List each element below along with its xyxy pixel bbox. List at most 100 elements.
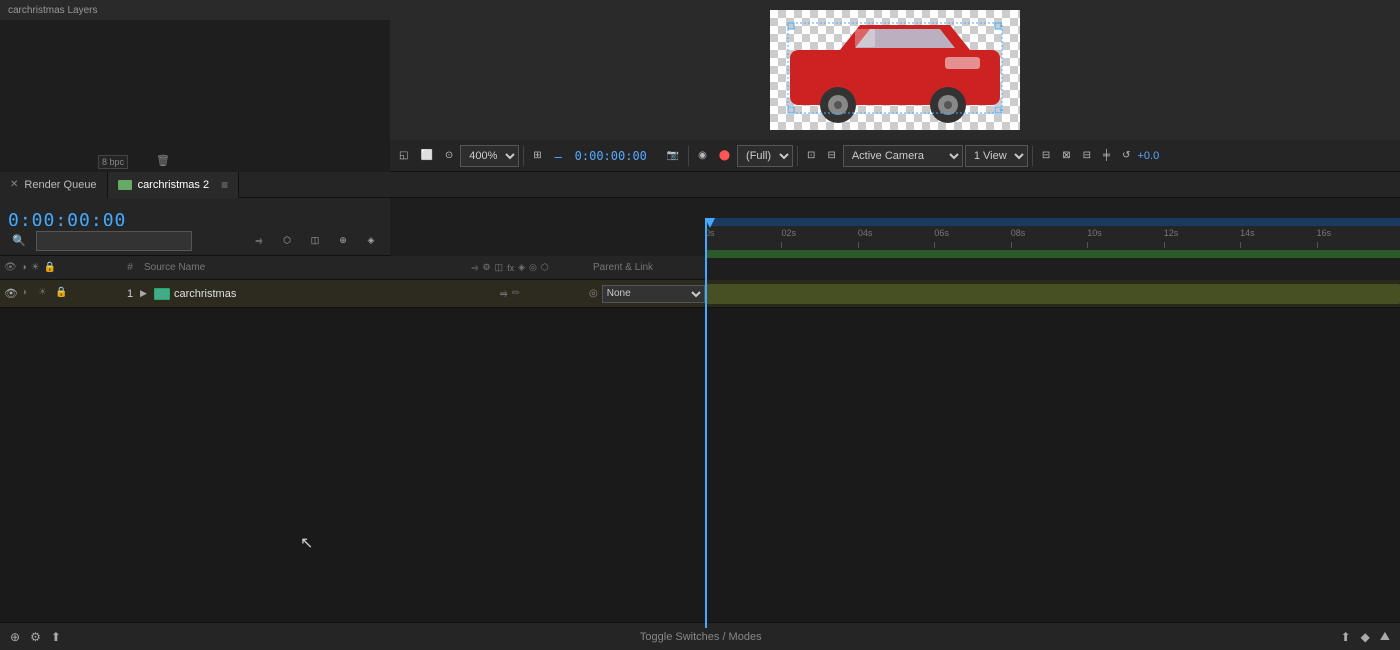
- parent-dropdown[interactable]: None: [602, 285, 705, 303]
- inout-bar[interactable]: [705, 250, 1400, 258]
- header-vis-icon: 👁: [4, 262, 17, 273]
- viewer-btn-display1[interactable]: ⊡: [802, 144, 820, 168]
- layer-parent-area: ◎ None: [585, 285, 705, 303]
- ruler-6s: 06s: [934, 228, 949, 238]
- vt-divider-2: [688, 146, 689, 166]
- hdr-switch1: ⥤: [471, 262, 478, 273]
- tab-render-queue[interactable]: ✕ Render Queue: [0, 172, 108, 198]
- bottom-btn-settings[interactable]: ⚙: [30, 630, 41, 644]
- ruler-tick-12: [1164, 242, 1165, 248]
- tab-label-carchristmas2: carchristmas 2: [138, 179, 210, 191]
- hdr-switch6: ◎: [529, 262, 537, 273]
- tab-carchristmas2[interactable]: carchristmas 2 ≡: [108, 172, 240, 198]
- viewer-btn-grid[interactable]: ⊞: [528, 144, 546, 168]
- viewer-btn-monitor[interactable]: ⬜: [415, 144, 437, 168]
- hdr-fx: fx: [507, 263, 514, 273]
- viewer-btn-color[interactable]: ⬤: [714, 144, 735, 168]
- zoom-dropdown[interactable]: 400%: [460, 145, 519, 167]
- hdr-switch3: ◫: [495, 262, 504, 273]
- tab-menu-carchristmas2[interactable]: ≡: [221, 178, 228, 192]
- viewer-timecode[interactable]: 0:00:00:00: [570, 144, 660, 168]
- layer-btn-blend[interactable]: ◫: [304, 230, 326, 252]
- viewer-btn-blue[interactable]: ⚊: [549, 144, 568, 168]
- layer-row-1: 👁 ◑ ☀ 🔒 1 ▶ carchristmas ⥤ ✏ ◎ None: [0, 280, 705, 308]
- hdr-switch2: ⚙: [482, 262, 490, 273]
- layer-comp-icon: [154, 288, 170, 300]
- viewer-btn-circle[interactable]: ◉: [693, 144, 712, 168]
- layer-toolbar: 🔍 ⥤ ⬡ ◫ ⊕ ◈: [0, 226, 390, 256]
- layer-eye-btn[interactable]: 👁: [4, 287, 18, 301]
- camera-dropdown[interactable]: Active Camera: [843, 145, 963, 167]
- ruler-bg: 0s 02s 04s 06s 08s 10s 12s 14s 1: [705, 226, 1400, 250]
- ruler-10s: 10s: [1087, 228, 1102, 238]
- ruler-4s: 04s: [858, 228, 873, 238]
- parent-link-icon: ◎: [589, 288, 598, 299]
- trash-icon[interactable]: 🗑: [156, 154, 170, 167]
- views-dropdown[interactable]: 1 View: [965, 145, 1028, 167]
- layer-switches-row: ⥤ ✏: [435, 288, 585, 299]
- bottom-btn-move-down[interactable]: ⛰: [1380, 629, 1390, 644]
- bpc-badge[interactable]: 8 bpc: [98, 155, 128, 169]
- work-area-bar[interactable]: [705, 218, 1400, 226]
- viewer-btn-comp3[interactable]: ⊟: [1078, 144, 1096, 168]
- ruler-8s: 08s: [1011, 228, 1026, 238]
- tab-close-render-queue[interactable]: ✕: [10, 179, 18, 190]
- viewer-btn-comp1[interactable]: ⊟: [1037, 144, 1055, 168]
- layer-solo-btn[interactable]: ☀: [38, 287, 52, 301]
- viewer-btn-1[interactable]: ◱: [394, 144, 413, 168]
- tab-comp-icon: [118, 180, 132, 190]
- layer-icon-header: 👁 ◑ ☀ 🔒: [0, 262, 120, 273]
- layer-audio-btn[interactable]: ◑: [21, 287, 35, 301]
- viewer-canvas: [770, 10, 1020, 130]
- layer-btn-parenting[interactable]: ⥤: [248, 230, 270, 252]
- bottom-btn-up[interactable]: ⬆: [51, 630, 61, 644]
- layer-btn-3d[interactable]: ⬡: [276, 230, 298, 252]
- timeline-ruler-area: 0s 02s 04s 06s 08s 10s 12s 14s 1: [705, 218, 1400, 278]
- header-lock-icon: 🔒: [44, 262, 56, 273]
- viewer-btn-glasses[interactable]: ⊙: [440, 144, 458, 168]
- ruler-12s: 12s: [1164, 228, 1179, 238]
- layer-btn-shapes[interactable]: ◈: [360, 230, 382, 252]
- viewer-btn-refresh[interactable]: ↺: [1117, 144, 1135, 168]
- parent-link-header: Parent & Link: [585, 262, 705, 273]
- mouse-cursor: ↖: [300, 533, 313, 553]
- track-area: [705, 280, 1400, 308]
- viewer-area: [390, 0, 1400, 140]
- layer-search-input[interactable]: [36, 231, 192, 251]
- viewer-btn-display2[interactable]: ⊟: [822, 144, 840, 168]
- layer-btn-effects[interactable]: ⊕: [332, 230, 354, 252]
- header-audio-icon: ◑: [21, 262, 27, 273]
- header-solo-icon: ☀: [31, 262, 40, 273]
- ruler-tick-4: [858, 242, 859, 248]
- viewer-btn-comp2[interactable]: ⊠: [1057, 144, 1075, 168]
- ruler-tick-16: [1317, 242, 1318, 248]
- search-icon-btn[interactable]: 🔍: [8, 230, 30, 252]
- tabs-row: ✕ Render Queue carchristmas 2 ≡: [0, 172, 1400, 198]
- quality-dropdown[interactable]: (Full): [737, 145, 793, 167]
- layer-number: 1: [120, 288, 140, 300]
- ruler-ticks: 0s 02s 04s 06s 08s 10s 12s 14s 1: [705, 226, 1400, 248]
- left-panel-title: carchristmas Layers: [8, 5, 97, 16]
- vt-divider-4: [1032, 146, 1033, 166]
- ruler-tick-6: [934, 242, 935, 248]
- layers-header: 👁 ◑ ☀ 🔒 # Source Name ⥤ ⚙ ◫ fx ◈ ◎ ⬡ Par…: [0, 256, 705, 280]
- bottom-btn-move-up[interactable]: ⬆: [1341, 630, 1351, 644]
- layer-name[interactable]: carchristmas: [170, 288, 435, 300]
- source-name-header: Source Name: [140, 262, 435, 273]
- viewer-btn-comp4[interactable]: ╪: [1098, 144, 1115, 168]
- layer-sw-parenting[interactable]: ⥤: [500, 288, 508, 299]
- car-svg: [780, 15, 1010, 125]
- viewer-camera-btn[interactable]: 📷: [662, 144, 684, 168]
- layer-sw-pencil[interactable]: ✏: [512, 288, 520, 299]
- plus-value-display: +0.0: [1137, 150, 1159, 162]
- tab-label-render-queue: Render Queue: [24, 179, 96, 191]
- bottom-btn-add[interactable]: ⊕: [10, 630, 20, 644]
- car-preview: [770, 10, 1020, 130]
- layer-lock-btn[interactable]: 🔒: [55, 287, 69, 301]
- layer-expand-btn[interactable]: ▶: [140, 288, 154, 299]
- bottom-btn-diamond[interactable]: ◆: [1361, 630, 1370, 644]
- layer-track-bar: [705, 284, 1400, 304]
- playhead-line: [705, 218, 707, 628]
- bottom-bar: ⊕ ⚙ ⬆ Toggle Switches / Modes ⬆ ◆ ⛰: [0, 622, 1400, 650]
- toggle-switches-label[interactable]: Toggle Switches / Modes: [71, 631, 1331, 643]
